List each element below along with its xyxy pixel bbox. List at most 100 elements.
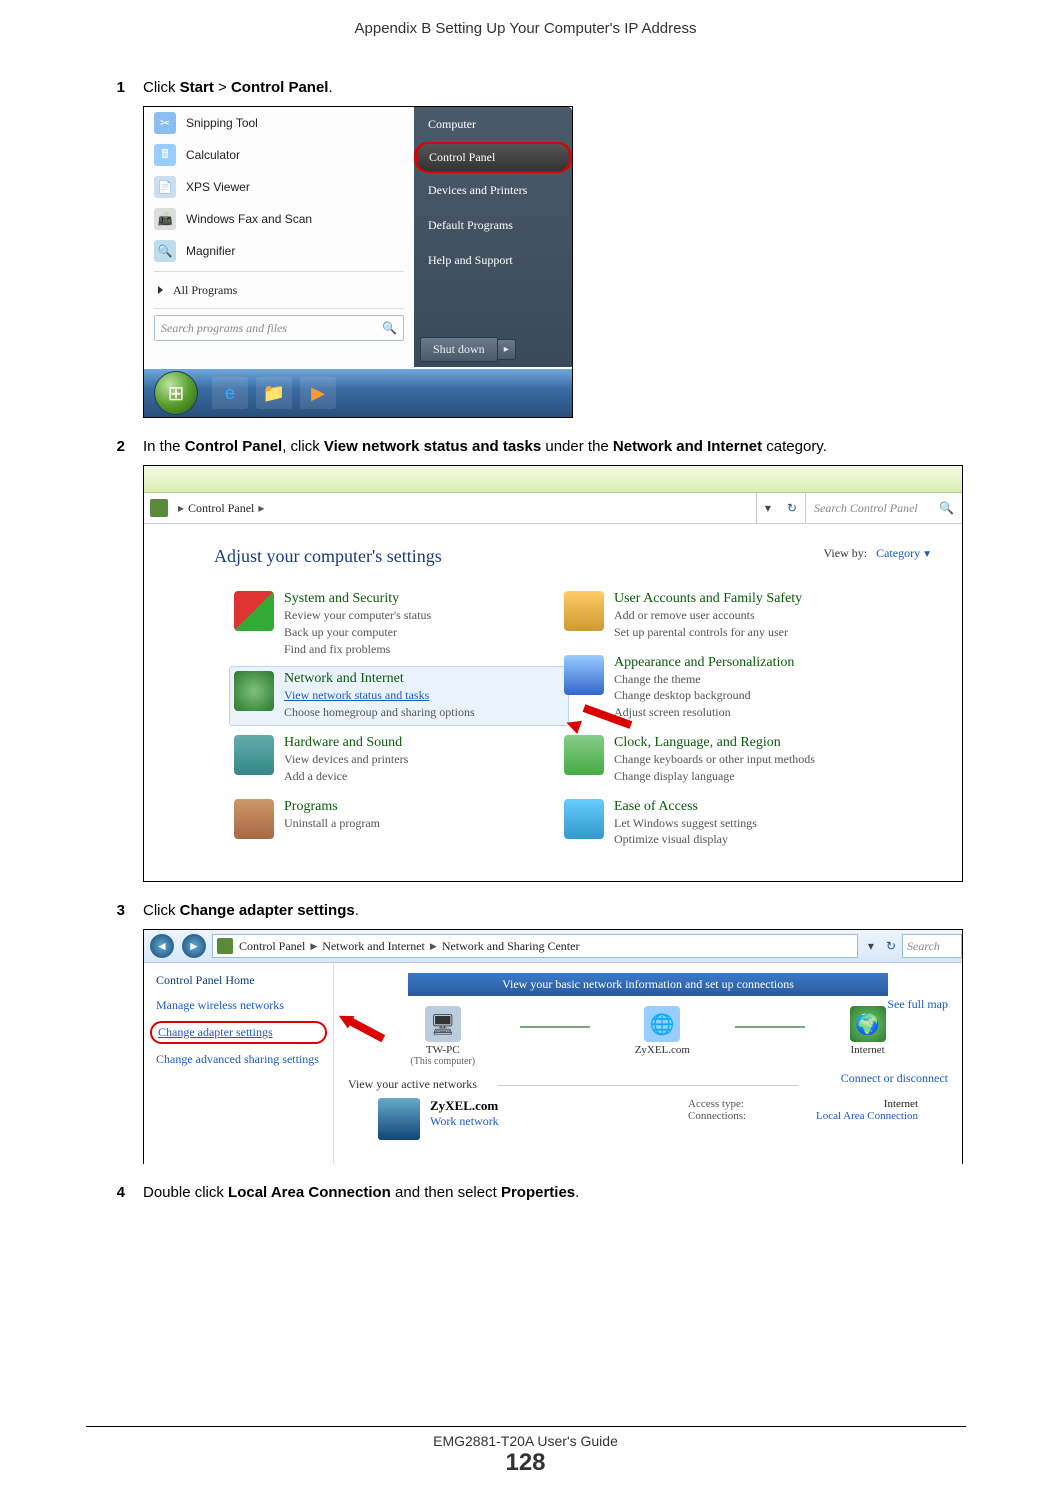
start-right-devices[interactable]: Devices and Printers — [414, 173, 572, 208]
taskbar-explorer-icon[interactable]: 📁 — [256, 377, 292, 409]
nav-back-button[interactable]: ◄ — [150, 934, 174, 958]
side-link-wireless[interactable]: Manage wireless networks — [156, 998, 321, 1013]
step-number: 1 — [85, 77, 143, 98]
start-menu-left: ✂Snipping Tool 🖩Calculator 📄XPS Viewer 📠… — [144, 107, 415, 367]
view-by: View by: Category▼ — [823, 546, 932, 561]
network-icon: 🌐 — [644, 1006, 680, 1042]
start-item-xps[interactable]: 📄XPS Viewer — [144, 171, 414, 203]
red-arrow-annotation — [574, 704, 634, 728]
category-column-left: System and Security Review your computer… — [234, 591, 564, 862]
category-link[interactable]: Set up parental controls for any user — [614, 624, 802, 641]
search-input[interactable]: Search Control Panel🔍 — [805, 493, 962, 523]
nav-fwd-button[interactable]: ► — [182, 934, 206, 958]
view-by-dropdown[interactable]: Category — [876, 546, 920, 560]
category-link[interactable]: Uninstall a program — [284, 815, 380, 832]
start-item-snipping[interactable]: ✂Snipping Tool — [144, 107, 414, 139]
start-orb[interactable]: ⊞ — [154, 371, 198, 415]
category-link[interactable]: Change desktop background — [614, 687, 794, 704]
start-right-default[interactable]: Default Programs — [414, 208, 572, 243]
breadcrumb[interactable]: Control Panel — [239, 939, 305, 954]
category-link[interactable]: Change display language — [614, 768, 815, 785]
all-programs[interactable]: All Programs — [144, 276, 414, 304]
chevron-down-icon: ▼ — [922, 549, 932, 560]
category-link[interactable]: Optimize visual display — [614, 831, 757, 848]
step-text: Double click Local Area Connection and t… — [143, 1182, 966, 1203]
search-input[interactable]: Search — [902, 934, 962, 958]
start-right-help[interactable]: Help and Support — [414, 243, 572, 278]
category-link[interactable]: Adjust screen resolution — [614, 704, 794, 721]
category-link[interactable]: Add or remove user accounts — [614, 607, 802, 624]
category-title[interactable]: Clock, Language, and Region — [614, 735, 781, 750]
side-home[interactable]: Control Panel Home — [156, 973, 321, 988]
search-input[interactable]: Search programs and files🔍 — [154, 315, 404, 341]
step-number: 4 — [85, 1182, 143, 1203]
active-type-link[interactable]: Work network — [430, 1114, 499, 1129]
network-main: View your basic network information and … — [334, 963, 962, 1164]
separator — [154, 271, 404, 272]
chevron-icon: ▸ — [178, 501, 184, 516]
node-pc: 🖥 TW-PC (This computer) — [410, 1006, 475, 1067]
screenshot-start-menu: ✂Snipping Tool 🖩Calculator 📄XPS Viewer 📠… — [143, 106, 573, 418]
category-link[interactable]: Change keyboards or other input methods — [614, 751, 815, 768]
divider — [86, 1426, 966, 1427]
category-link[interactable]: View devices and printers — [284, 751, 408, 768]
category-title[interactable]: User Accounts and Family Safety — [614, 591, 802, 606]
side-link-advanced[interactable]: Change advanced sharing settings — [156, 1052, 321, 1067]
category-link[interactable]: Back up your computer — [284, 624, 431, 641]
category-title[interactable]: Programs — [284, 799, 338, 814]
cat-network-internet: Network and Internet View network status… — [229, 666, 569, 726]
window-titlebar — [144, 466, 962, 493]
screenshot-network-center: ◄ ► Control Panel ▶ Network and Internet… — [143, 929, 963, 1164]
category-link[interactable]: Choose homegroup and sharing options — [284, 704, 475, 721]
box-icon — [234, 799, 274, 839]
start-right-computer[interactable]: Computer — [414, 107, 572, 142]
address-bar: ▸ Control Panel ▸ ▾ ↻ Search Control Pan… — [144, 493, 962, 524]
refresh-icon[interactable]: ↻ — [779, 501, 805, 516]
breadcrumb-bar[interactable]: Control Panel ▶ Network and Internet ▶ N… — [212, 934, 858, 958]
breadcrumb[interactable]: Network and Sharing Center — [442, 939, 580, 954]
category-link[interactable]: Review your computer's status — [284, 607, 431, 624]
shutdown-options-button[interactable]: ▸ — [498, 339, 516, 360]
page-footer: EMG2881-T20A User's Guide 128 — [0, 1426, 1051, 1477]
cat-programs: Programs Uninstall a program — [234, 799, 564, 839]
category-title[interactable]: Appearance and Personalization — [614, 655, 794, 670]
start-item-calculator[interactable]: 🖩Calculator — [144, 139, 414, 171]
shield-icon — [234, 591, 274, 631]
dropdown-icon[interactable]: ▾ — [757, 501, 779, 516]
category-link[interactable]: Let Windows suggest settings — [614, 815, 757, 832]
category-link[interactable]: Change the theme — [614, 671, 794, 688]
category-title[interactable]: System and Security — [284, 591, 399, 606]
connection-line — [520, 1026, 590, 1028]
category-link[interactable]: Add a device — [284, 768, 408, 785]
start-right-control-panel[interactable]: Control Panel — [414, 142, 572, 173]
start-menu-right: Computer Control Panel Devices and Print… — [414, 107, 572, 367]
scissors-icon: ✂ — [154, 112, 176, 134]
shutdown-button[interactable]: Shut down — [420, 337, 498, 362]
search-icon: 🔍 — [939, 501, 954, 516]
globe-icon — [234, 671, 274, 711]
step-number: 3 — [85, 900, 143, 921]
local-area-connection-link[interactable]: Local Area Connection — [816, 1110, 918, 1122]
category-title[interactable]: Ease of Access — [614, 799, 698, 814]
printer-icon — [234, 735, 274, 775]
taskbar-ie-icon[interactable]: e — [212, 377, 248, 409]
page-header: Appendix B Setting Up Your Computer's IP… — [85, 20, 966, 37]
start-item-fax[interactable]: 📠Windows Fax and Scan — [144, 203, 414, 235]
dropdown-icon[interactable]: ▾ — [862, 939, 880, 954]
step-text: Click Start > Control Panel. — [143, 77, 966, 98]
category-link[interactable]: Find and fix problems — [284, 641, 431, 658]
view-network-status-link[interactable]: View network status and tasks — [284, 687, 475, 704]
breadcrumb[interactable]: Control Panel — [188, 501, 254, 516]
breadcrumb[interactable]: Network and Internet — [322, 939, 425, 954]
see-full-map-link[interactable]: See full map — [887, 997, 948, 1012]
building-icon — [378, 1098, 420, 1140]
category-title[interactable]: Network and Internet — [284, 671, 404, 686]
taskbar-media-icon[interactable]: ▶ — [300, 377, 336, 409]
triangle-icon — [158, 286, 163, 294]
xps-icon: 📄 — [154, 176, 176, 198]
change-adapter-settings-link[interactable]: Change adapter settings — [150, 1021, 327, 1044]
refresh-icon[interactable]: ↻ — [880, 939, 902, 954]
category-title[interactable]: Hardware and Sound — [284, 735, 402, 750]
start-item-magnifier[interactable]: 🔍Magnifier — [144, 235, 414, 267]
pc-icon: 🖥 — [425, 1006, 461, 1042]
